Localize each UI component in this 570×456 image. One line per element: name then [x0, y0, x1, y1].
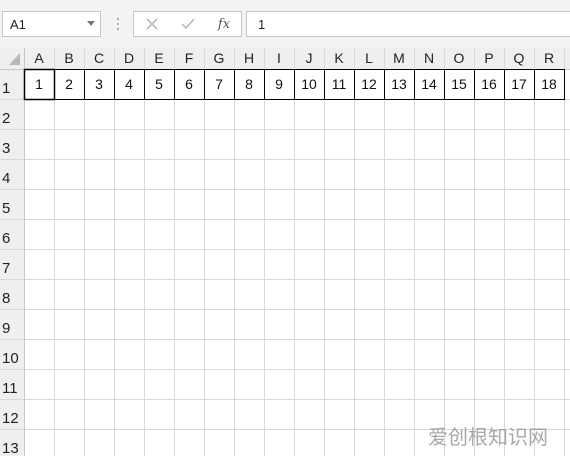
enter-button[interactable]	[170, 12, 206, 36]
spreadsheet-grid[interactable]: A B C D E F G H I J K L M N O P Q R 1 2 3 4 5 6 7 8 9 10 11 12 13 1 2 3 4 5…	[0, 48, 570, 456]
cell-q1[interactable]: 17	[511, 76, 527, 92]
cell-g1[interactable]: 7	[215, 76, 223, 92]
column-header-i[interactable]: I	[277, 50, 281, 66]
row-header-10[interactable]: 10	[2, 350, 19, 367]
column-header-g[interactable]: G	[214, 50, 225, 66]
column-header-q[interactable]: Q	[514, 50, 525, 66]
column-header-h[interactable]: H	[244, 50, 254, 66]
column-header-j[interactable]: J	[306, 50, 313, 66]
cell-m1[interactable]: 13	[391, 76, 407, 92]
cell-o1[interactable]: 15	[451, 76, 467, 92]
column-header-n[interactable]: N	[424, 50, 434, 66]
row-header-3[interactable]: 3	[2, 140, 10, 157]
function-icon: fx	[217, 16, 231, 32]
row-header-2[interactable]: 2	[2, 110, 10, 127]
watermark: 爱创根知识网	[428, 425, 548, 449]
row-header-13[interactable]: 13	[2, 440, 19, 456]
cell-n1[interactable]: 14	[421, 76, 437, 92]
row-header-5[interactable]: 5	[2, 200, 10, 217]
select-all-corner[interactable]	[0, 48, 24, 69]
row-header-9[interactable]: 9	[2, 320, 10, 337]
formula-buttons: fx	[133, 11, 242, 37]
cell-c1[interactable]: 3	[95, 76, 103, 92]
column-header-d[interactable]: D	[124, 50, 134, 66]
cell-k1[interactable]: 11	[332, 76, 347, 92]
row-header-8[interactable]: 8	[2, 290, 10, 307]
cell-i1[interactable]: 9	[275, 76, 283, 92]
close-icon	[146, 18, 158, 30]
row-header-4[interactable]: 4	[2, 170, 10, 187]
name-box[interactable]: A1	[2, 11, 101, 37]
formula-input-value: 1	[258, 17, 266, 32]
sheet-canvas[interactable]: A B C D E F G H I J K L M N O P Q R123456789101112131 2 3 4 5…	[0, 48, 570, 456]
check-icon	[181, 18, 195, 30]
column-header-c[interactable]: C	[94, 50, 104, 66]
cell-e1[interactable]: 5	[155, 76, 163, 92]
column-header-e[interactable]: E	[154, 50, 163, 66]
cell-h1[interactable]: 8	[245, 76, 253, 92]
column-header-k[interactable]: K	[334, 50, 344, 66]
cell-a1[interactable]: 1	[35, 76, 43, 92]
insert-function-button[interactable]: fx	[206, 12, 242, 36]
chevron-down-icon[interactable]	[87, 21, 95, 26]
column-header-o[interactable]: O	[454, 50, 465, 66]
row-header-6[interactable]: 6	[2, 230, 10, 247]
cell-d1[interactable]: 4	[125, 76, 133, 92]
column-header-f[interactable]: F	[185, 50, 194, 66]
cell-r1[interactable]: 18	[541, 76, 557, 92]
column-header-m[interactable]: M	[393, 50, 405, 66]
name-box-value: A1	[10, 17, 26, 32]
cancel-button[interactable]	[134, 12, 170, 36]
row-header-11[interactable]: 11	[2, 380, 18, 397]
cell-b1[interactable]: 2	[65, 76, 73, 92]
more-options-icon[interactable]	[116, 14, 120, 34]
cell-l1[interactable]: 12	[361, 76, 377, 92]
formula-input[interactable]: 1	[246, 11, 570, 37]
column-header-b[interactable]: B	[64, 50, 73, 66]
cell-f1[interactable]: 6	[185, 76, 193, 92]
column-header-l[interactable]: L	[365, 50, 373, 66]
row-header-7[interactable]: 7	[2, 260, 10, 277]
column-header-p[interactable]: P	[484, 50, 493, 66]
row-header-1[interactable]: 1	[2, 80, 10, 97]
cell-p1[interactable]: 16	[481, 76, 497, 92]
column-header-a[interactable]: A	[34, 50, 44, 66]
formula-bar: A1 fx 1	[0, 0, 570, 49]
row-header-12[interactable]: 12	[2, 410, 19, 427]
cell-j1[interactable]: 10	[301, 76, 317, 92]
column-header-r[interactable]: R	[544, 50, 554, 66]
